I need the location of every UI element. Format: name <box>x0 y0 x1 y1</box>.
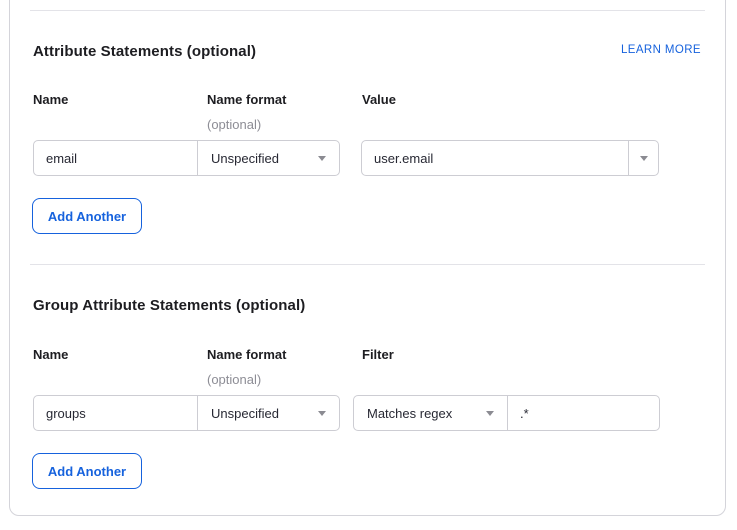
group-attribute-statements-title: Group Attribute Statements (optional) <box>33 297 305 314</box>
attribute-value-group <box>361 140 659 176</box>
column-label-value: Value <box>362 92 396 107</box>
section-divider <box>30 264 705 265</box>
add-another-group-attribute-button[interactable]: Add Another <box>32 453 142 489</box>
attribute-name-and-format-group: Unspecified <box>33 140 340 176</box>
chevron-down-icon <box>486 411 494 416</box>
group-name-and-format-group: Unspecified <box>33 395 340 431</box>
chevron-down-icon <box>318 156 326 161</box>
group-filter-group: Matches regex <box>353 395 660 431</box>
chevron-down-icon <box>318 411 326 416</box>
name-format-optional-note: (optional) <box>207 117 261 132</box>
chevron-down-icon <box>640 156 648 161</box>
attribute-name-format-value: Unspecified <box>211 151 279 166</box>
top-divider <box>30 10 705 11</box>
name-format-optional-note: (optional) <box>207 372 261 387</box>
column-label-name: Name <box>33 347 68 362</box>
attribute-name-format-select[interactable]: Unspecified <box>197 141 339 175</box>
group-filter-value-input[interactable] <box>507 396 659 430</box>
column-label-name: Name <box>33 92 68 107</box>
column-label-filter: Filter <box>362 347 394 362</box>
group-attribute-name-input[interactable] <box>34 396 197 430</box>
learn-more-link[interactable]: LEARN MORE <box>621 44 701 56</box>
column-label-name-format: Name format <box>207 92 286 107</box>
group-filter-type-value: Matches regex <box>367 406 452 421</box>
settings-card <box>9 0 726 516</box>
attribute-value-dropdown-button[interactable] <box>628 141 658 175</box>
column-label-name-format: Name format <box>207 347 286 362</box>
attribute-value-input[interactable] <box>362 141 628 175</box>
group-name-format-value: Unspecified <box>211 406 279 421</box>
attribute-statements-title: Attribute Statements (optional) <box>33 43 256 60</box>
group-name-format-select[interactable]: Unspecified <box>197 396 339 430</box>
attribute-name-input[interactable] <box>34 141 197 175</box>
group-filter-type-select[interactable]: Matches regex <box>354 396 507 430</box>
add-another-attribute-button[interactable]: Add Another <box>32 198 142 234</box>
